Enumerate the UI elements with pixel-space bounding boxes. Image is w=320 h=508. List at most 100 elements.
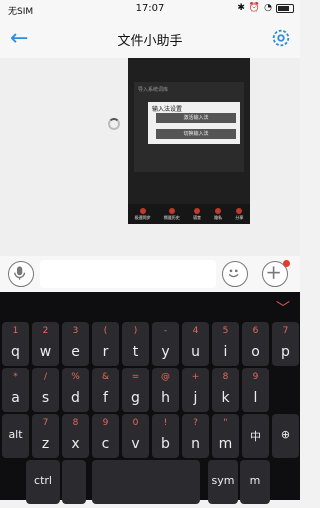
key-secondary-label: 4	[192, 326, 199, 336]
status-bar: 无SIM 17:07 ✱ ⏰ ◔	[0, 0, 300, 20]
key-label: b	[161, 436, 170, 452]
key-secondary-label: 6	[252, 326, 259, 336]
key-n[interactable]: ? n	[182, 414, 209, 458]
screenshot-tabbar: 极速同步 频道历史 语言 隐私 分享	[128, 204, 250, 224]
key-label: x	[71, 436, 80, 452]
alarm-icon: ⏰	[248, 3, 261, 13]
key-label: e	[71, 344, 80, 360]
key-secondary-label: %	[71, 372, 80, 382]
key-secondary-label: )	[133, 326, 138, 336]
key-label: v	[131, 436, 140, 452]
bluetooth-icon: ✱	[237, 3, 245, 13]
key-label: t	[132, 344, 139, 360]
key-m[interactable]: m	[240, 460, 270, 504]
key-m[interactable]: " m	[212, 414, 239, 458]
key-secondary-label: "	[223, 418, 228, 428]
key-secondary-label: @	[161, 372, 170, 382]
key-secondary-label: *	[13, 372, 18, 382]
key-label: j	[193, 390, 198, 406]
key-中[interactable]: 中	[242, 414, 269, 458]
key-w[interactable]: 2w	[32, 322, 59, 366]
key-⊕[interactable]: ⊕	[272, 414, 299, 458]
key-c[interactable]: 9c	[92, 414, 119, 458]
key-label: s	[41, 390, 50, 406]
screenshot-button-switch: 切换输入法	[156, 129, 236, 139]
key-secondary-label: 9	[252, 372, 259, 382]
shared-screenshot-message[interactable]: 导入系统词库 输入法设置 激活输入法 切换输入法 极速同步 频道历史 语言 隐私…	[128, 58, 250, 224]
key-label: l	[253, 390, 258, 406]
screenshot-tab: 分享	[235, 207, 243, 221]
key-label: m	[249, 474, 261, 487]
key-secondary-label: 0	[132, 418, 139, 428]
keyboard-row-1: 1 q 2 w 3 e(r) t - y 4 u 5 i 6 o 7 p	[0, 322, 300, 370]
key-secondary-label: &	[101, 372, 110, 382]
key-x[interactable]: 8x	[62, 414, 89, 458]
emoji-button[interactable]	[222, 261, 248, 287]
key-label: q	[11, 344, 20, 360]
key-q[interactable]: 1q	[2, 322, 29, 366]
key-label: f	[103, 390, 108, 406]
key-d[interactable]: % d	[62, 368, 89, 412]
key-p[interactable]: 7p	[272, 322, 299, 366]
key-y[interactable]: -y	[152, 322, 179, 366]
key-z[interactable]: 7z	[32, 414, 59, 458]
key-alt[interactable]: alt	[2, 414, 29, 458]
key-ctrl[interactable]: ctrl	[26, 460, 60, 504]
key-label: m	[218, 436, 233, 452]
microphone-icon	[14, 266, 26, 280]
key-secondary-label: !	[163, 418, 168, 428]
status-icons: ✱ ⏰ ◔	[237, 3, 294, 13]
key-u[interactable]: 4u	[182, 322, 209, 366]
chat-area: 导入系统词库 输入法设置 激活输入法 切换输入法 极速同步 频道历史 语言 隐私…	[0, 58, 300, 309]
key-secondary-label: 5	[222, 326, 229, 336]
key-g[interactable]: = g	[122, 368, 149, 412]
key-i[interactable]: 5i	[212, 322, 239, 366]
battery-icon	[276, 3, 294, 13]
key-label: ⊕	[280, 428, 291, 441]
key-s[interactable]: / s	[32, 368, 59, 412]
key-label: z	[41, 436, 50, 452]
gear-icon[interactable]	[270, 27, 292, 49]
key-k[interactable]: 8k	[212, 368, 239, 412]
key-blank[interactable]	[92, 460, 200, 504]
key-label: i	[223, 344, 228, 360]
screenshot-dialog-title: 输入法设置	[152, 106, 183, 113]
key-label: k	[221, 390, 230, 406]
key-label: a	[11, 390, 20, 406]
key-a[interactable]: * a	[2, 368, 29, 412]
key-secondary-label: -	[163, 326, 168, 336]
key-label: c	[101, 436, 110, 452]
key-label: d	[71, 390, 80, 406]
key-h[interactable]: @ h	[152, 368, 179, 412]
key-secondary-label: 8	[222, 372, 229, 382]
screenshot-dialog: 输入法设置 激活输入法 切换输入法	[148, 102, 240, 144]
keyboard-row-4: ctrl sym m	[0, 460, 300, 508]
screenshot-row-text: 导入系统词库	[138, 87, 169, 93]
key-l[interactable]: 9l	[242, 368, 269, 412]
voice-button[interactable]	[8, 261, 34, 287]
screenshot-tab: 隐私	[214, 207, 222, 221]
key-t[interactable]: ) t	[122, 322, 149, 366]
key-e[interactable]: 3e	[62, 322, 89, 366]
key-j[interactable]: + j	[182, 368, 209, 412]
key-label: h	[161, 390, 170, 406]
key-secondary-label: 2	[42, 326, 49, 336]
key-blank[interactable]	[62, 460, 86, 504]
key-secondary-label: 7	[42, 418, 49, 428]
keyboard: ﹀ 1 q 2 w 3 e(r) t - y 4 u 5 i 6 o 7 p * a / s% d & f = g @ h + j 8 k 9…	[0, 292, 300, 504]
key-f[interactable]: & f	[92, 368, 119, 412]
collapse-keyboard-icon[interactable]: ﹀	[276, 298, 290, 318]
key-secondary-label: 9	[102, 418, 109, 428]
key-label: r	[102, 344, 109, 360]
key-o[interactable]: 6o	[242, 322, 269, 366]
key-b[interactable]: ! b	[152, 414, 179, 458]
key-secondary-label: ?	[193, 418, 198, 428]
key-label: w	[39, 344, 52, 360]
message-input[interactable]	[40, 260, 216, 288]
screenshot-button-activate: 激活输入法	[156, 113, 236, 123]
key-v[interactable]: 0v	[122, 414, 149, 458]
key-label: 中	[250, 430, 261, 443]
key-r[interactable]: (r	[92, 322, 119, 366]
key-sym[interactable]: sym	[208, 460, 238, 504]
key-label: alt	[8, 428, 23, 441]
